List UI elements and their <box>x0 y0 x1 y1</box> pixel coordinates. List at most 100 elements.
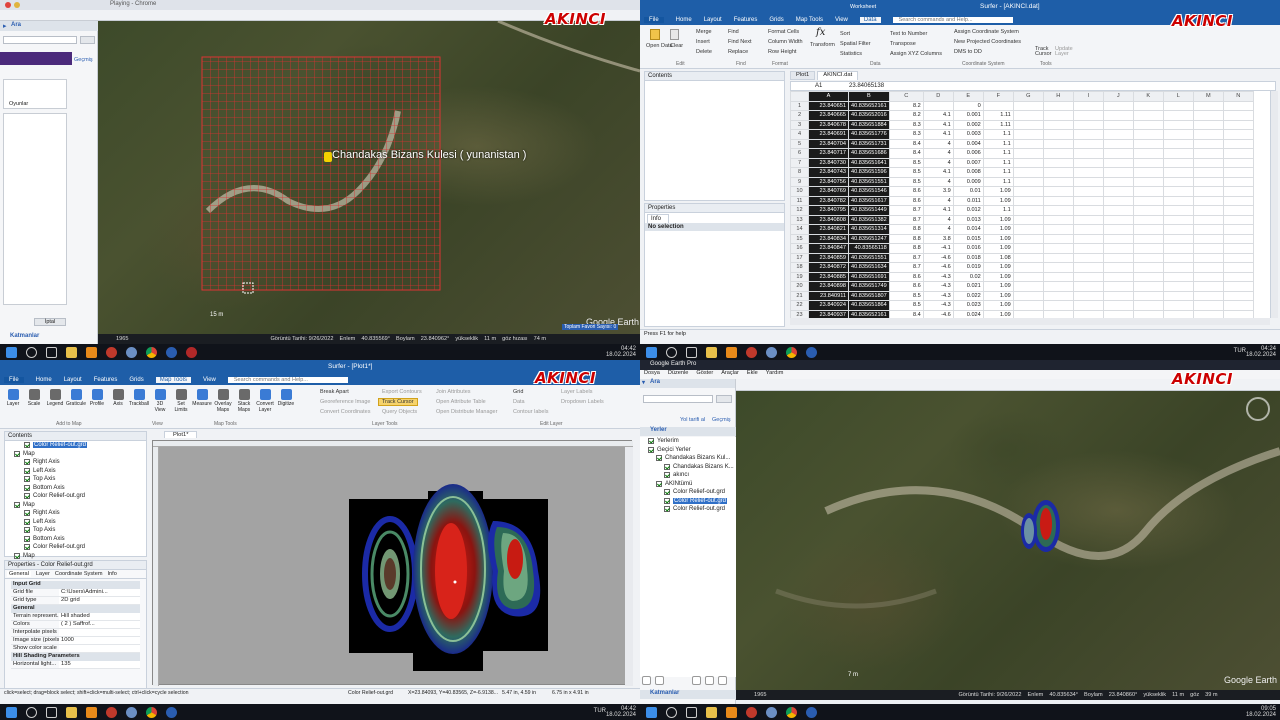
panel-icon[interactable] <box>655 676 664 685</box>
table-cell[interactable] <box>1192 176 1224 187</box>
text-to-number-button[interactable]: Text to Number <box>890 31 927 37</box>
table-cell[interactable]: 23.840756 <box>808 176 849 187</box>
up-icon[interactable] <box>705 676 714 685</box>
table-cell[interactable] <box>1132 214 1164 225</box>
formula-input[interactable]: 23.84065138 <box>849 83 884 89</box>
table-cell[interactable]: 4 <box>922 157 954 168</box>
chrome-icon[interactable] <box>146 346 157 358</box>
table-cell[interactable]: 0.002 <box>952 119 984 130</box>
map-tool-button[interactable]: Overlay Maps <box>214 387 232 421</box>
table-cell[interactable]: 3.8 <box>922 233 954 244</box>
surfer-icon[interactable] <box>806 346 817 358</box>
table-cell[interactable]: 23.840769 <box>808 186 849 197</box>
table-cell[interactable] <box>1042 129 1074 140</box>
table-cell[interactable] <box>1192 214 1224 225</box>
table-cell[interactable]: 8.8 <box>888 243 924 254</box>
surfer-icon[interactable] <box>166 346 177 358</box>
find-button[interactable]: Find <box>726 27 762 37</box>
table-cell[interactable] <box>1012 205 1044 216</box>
table-cell[interactable] <box>1192 300 1224 311</box>
app-icon-red[interactable] <box>106 706 117 718</box>
table-cell[interactable]: 1.1 <box>982 157 1014 168</box>
app-icon-red[interactable] <box>106 346 117 358</box>
table-cell[interactable] <box>1042 119 1074 130</box>
table-cell[interactable] <box>1162 271 1194 282</box>
table-cell[interactable] <box>1072 271 1104 282</box>
table-cell[interactable]: 1.11 <box>982 119 1014 130</box>
replace-button[interactable]: Replace <box>726 47 762 57</box>
format-cells-button[interactable]: Format Cells <box>760 27 810 37</box>
prop-tab-general[interactable]: General <box>7 571 31 577</box>
search-icon[interactable] <box>26 706 37 718</box>
table-cell[interactable] <box>1042 110 1074 121</box>
table-cell[interactable]: 40.835651884 <box>848 119 890 130</box>
table-cell[interactable] <box>1192 148 1224 159</box>
search-input[interactable] <box>3 36 77 44</box>
table-cell[interactable] <box>1162 129 1194 140</box>
table-cell[interactable]: 8.5 <box>888 176 924 187</box>
table-cell[interactable] <box>922 100 954 111</box>
tree-item[interactable]: Right Axis <box>8 458 146 467</box>
table-cell[interactable]: 0.018 <box>952 252 984 263</box>
table-cell[interactable]: 23.840795 <box>808 205 849 216</box>
checkbox[interactable] <box>656 480 662 487</box>
property-value[interactable]: Hill shaded <box>59 613 140 620</box>
table-cell[interactable] <box>1132 233 1164 244</box>
table-cell[interactable]: 1.09 <box>982 262 1014 273</box>
map-tool-button[interactable]: Stack Maps <box>235 387 253 421</box>
table-cell[interactable] <box>1012 100 1044 111</box>
table-cell[interactable]: 4.1 <box>922 205 954 216</box>
table-cell[interactable] <box>1192 129 1224 140</box>
places-item[interactable]: Chandakas Bizans K... <box>640 463 736 472</box>
new-projected-coords-button[interactable]: New Projected Coordinates <box>946 37 1032 47</box>
property-value[interactable]: 1000 <box>59 637 140 644</box>
table-cell[interactable] <box>1042 224 1074 235</box>
table-cell[interactable] <box>1072 148 1104 159</box>
grid-button[interactable]: Grid <box>513 389 523 395</box>
checkbox[interactable] <box>24 544 30 551</box>
tab-file[interactable]: File <box>4 376 24 383</box>
table-cell[interactable]: 40.835651596 <box>848 167 890 178</box>
row-number[interactable]: 5 <box>790 138 809 149</box>
table-cell[interactable] <box>1012 186 1044 197</box>
tree-item[interactable]: Bottom Axis <box>8 484 146 493</box>
row-height-button[interactable]: Row Height <box>760 47 810 57</box>
row-number[interactable]: 16 <box>790 243 809 254</box>
tree-item[interactable]: Map <box>8 501 146 510</box>
table-cell[interactable] <box>1102 243 1134 254</box>
table-cell[interactable]: 23.840834 <box>808 233 849 244</box>
row-number[interactable]: 1 <box>790 100 809 111</box>
query-objects-button[interactable]: Query Objects <box>382 409 417 415</box>
places-item[interactable]: Color Relief-out.grd <box>640 497 736 506</box>
table-cell[interactable] <box>1192 224 1224 235</box>
checkbox[interactable] <box>24 518 30 525</box>
layer-labels-button[interactable]: Layer Labels <box>561 389 593 395</box>
table-cell[interactable]: 4.1 <box>922 167 954 178</box>
places-item[interactable]: Yerlerim <box>640 437 736 446</box>
column-header[interactable]: L <box>1162 91 1194 102</box>
insert-button[interactable]: Insert <box>686 37 726 47</box>
tab-file[interactable]: File <box>644 16 664 23</box>
table-cell[interactable] <box>1072 176 1104 187</box>
table-cell[interactable] <box>1222 119 1254 130</box>
table-cell[interactable] <box>1132 205 1164 216</box>
table-cell[interactable]: -4.3 <box>922 281 954 292</box>
table-cell[interactable]: -4.6 <box>922 309 954 318</box>
table-cell[interactable] <box>1012 300 1044 311</box>
chrome-icon[interactable] <box>786 706 797 718</box>
search-go-button[interactable] <box>80 36 95 44</box>
table-cell[interactable]: 1.09 <box>982 243 1014 254</box>
table-cell[interactable]: 23.840651 <box>808 100 849 111</box>
table-cell[interactable]: 23.840924 <box>808 300 849 311</box>
clear-button[interactable]: Clear <box>670 43 683 49</box>
property-row[interactable]: Grid type 2D grid <box>11 597 140 605</box>
table-cell[interactable] <box>1042 195 1074 206</box>
table-cell[interactable] <box>1072 214 1104 225</box>
table-cell[interactable] <box>1012 129 1044 140</box>
places-item[interactable]: AKINtümü <box>640 480 736 489</box>
table-cell[interactable]: 4 <box>922 214 954 225</box>
table-cell[interactable] <box>1012 176 1044 187</box>
table-cell[interactable]: 0.001 <box>952 110 984 121</box>
route-link[interactable]: Yol tarifi al <box>680 417 705 423</box>
app-icon-orange[interactable] <box>726 706 737 718</box>
